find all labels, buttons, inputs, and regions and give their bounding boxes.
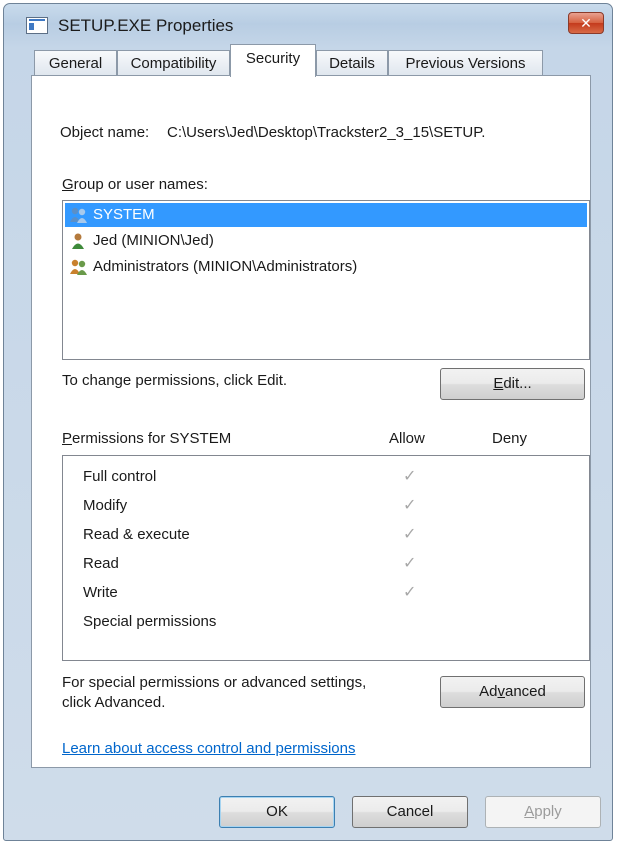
learn-access-control-link[interactable]: Learn about access control and permissio… <box>62 740 356 757</box>
security-tab-panel: Object name: C:\Users\Jed\Desktop\Tracks… <box>31 75 591 768</box>
list-item-system[interactable]: SYSTEM <box>65 203 587 227</box>
permission-name: Read <box>83 555 119 572</box>
permission-row-write: Write ✓ <box>63 578 589 607</box>
permission-name: Full control <box>83 468 157 485</box>
list-item-administrators[interactable]: Administrators (MINION\Administrators) <box>65 255 587 279</box>
permission-row-read: Read ✓ <box>63 549 589 578</box>
deny-column-header: Deny <box>492 430 528 447</box>
list-item-label: SYSTEM <box>93 206 155 223</box>
tab-details[interactable]: Details <box>316 50 388 76</box>
permission-name: Write <box>83 584 118 601</box>
list-item-jed[interactable]: Jed (MINION\Jed) <box>65 229 587 253</box>
permission-row-read-execute: Read & execute ✓ <box>63 520 589 549</box>
allow-check-icon: ✓ <box>403 555 417 572</box>
allow-check-icon: ✓ <box>403 468 417 485</box>
close-icon: ✕ <box>580 15 592 31</box>
special-permissions-line1: For special permissions or advanced sett… <box>62 674 367 691</box>
permission-row-modify: Modify ✓ <box>63 491 589 520</box>
tab-general[interactable]: General <box>34 50 117 76</box>
permission-name: Modify <box>83 497 128 514</box>
group-users-icon <box>70 259 87 275</box>
allow-check-icon: ✓ <box>403 584 417 601</box>
list-item-label: Jed (MINION\Jed) <box>93 232 214 249</box>
change-permissions-text: To change permissions, click Edit. <box>62 372 288 389</box>
group-user-names-label: Group or user names: <box>62 176 208 193</box>
tab-security[interactable]: Security <box>230 44 316 77</box>
allow-check-icon: ✓ <box>403 497 417 514</box>
edit-button[interactable]: Edit... <box>440 368 585 400</box>
group-user-list[interactable]: SYSTEM Jed (MINION\Jed) Administrators (… <box>62 200 590 360</box>
special-permissions-line2: click Advanced. <box>62 694 166 711</box>
close-button[interactable]: ✕ <box>568 12 604 34</box>
permission-name: Read & execute <box>83 526 190 543</box>
cancel-button[interactable]: Cancel <box>352 796 468 828</box>
window-title: SETUP.EXE Properties <box>58 16 234 35</box>
tab-compatibility[interactable]: Compatibility <box>117 50 230 76</box>
title-bar[interactable]: SETUP.EXE Properties ✕ <box>4 4 612 48</box>
tab-previous-versions[interactable]: Previous Versions <box>388 50 543 76</box>
user-icon <box>72 233 84 249</box>
allow-column-header: Allow <box>389 430 425 447</box>
ok-button[interactable]: OK <box>219 796 335 828</box>
permission-row-full-control: Full control ✓ <box>63 462 589 491</box>
properties-window: SETUP.EXE Properties ✕ General Compatibi… <box>3 3 613 841</box>
permissions-list[interactable]: Full control ✓ Modify ✓ Read & execute ✓… <box>62 455 590 661</box>
list-item-label: Administrators (MINION\Administrators) <box>93 258 358 275</box>
apply-button[interactable]: Apply <box>485 796 601 828</box>
object-name-value: C:\Users\Jed\Desktop\Trackster2_3_15\SET… <box>167 124 486 141</box>
allow-check-icon: ✓ <box>403 526 417 543</box>
permissions-for-label: Permissions for SYSTEM <box>62 430 232 447</box>
advanced-button[interactable]: Advanced <box>440 676 585 708</box>
window-icon <box>26 17 48 34</box>
permission-row-special: Special permissions <box>63 607 589 636</box>
permission-name: Special permissions <box>83 613 217 630</box>
group-users-icon <box>70 207 87 223</box>
object-name-label: Object name: <box>60 124 150 141</box>
